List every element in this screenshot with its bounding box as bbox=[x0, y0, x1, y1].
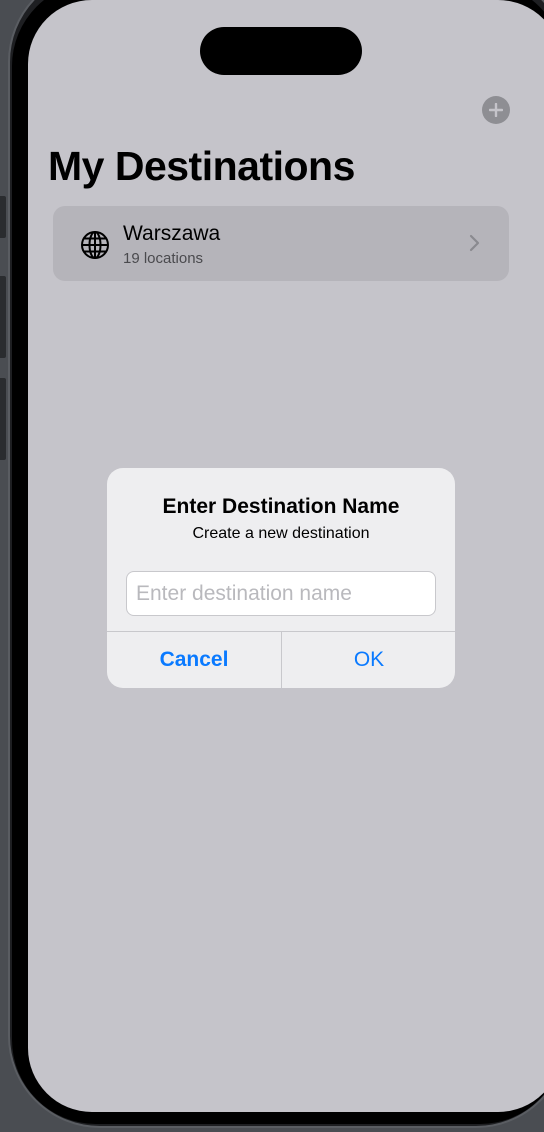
destination-name: Warszawa bbox=[123, 222, 221, 245]
cancel-button[interactable]: Cancel bbox=[107, 632, 281, 688]
list-item[interactable]: Warszawa 19 locations bbox=[53, 206, 509, 281]
globe-icon bbox=[81, 231, 109, 259]
destination-location-count: 19 locations bbox=[123, 250, 204, 267]
alert-title: Enter Destination Name bbox=[162, 495, 400, 518]
destination-name-input[interactable] bbox=[126, 571, 436, 616]
dynamic-island bbox=[200, 27, 362, 75]
ok-button[interactable]: OK bbox=[282, 632, 455, 688]
alert-message: Create a new destination bbox=[192, 525, 370, 542]
action-button bbox=[0, 196, 6, 238]
volume-down-button bbox=[0, 378, 6, 460]
page-title: My Destinations bbox=[48, 143, 355, 189]
device-frame: My Destinations Warszawa 19 locations En… bbox=[0, 0, 544, 1132]
app-screen: My Destinations Warszawa 19 locations En… bbox=[28, 0, 544, 1112]
add-destination-button[interactable] bbox=[482, 96, 510, 124]
chevron-right-icon bbox=[469, 234, 480, 252]
volume-up-button bbox=[0, 276, 6, 358]
plus-circle-icon bbox=[489, 103, 503, 117]
enter-destination-alert: Enter Destination Name Create a new dest… bbox=[107, 468, 455, 688]
